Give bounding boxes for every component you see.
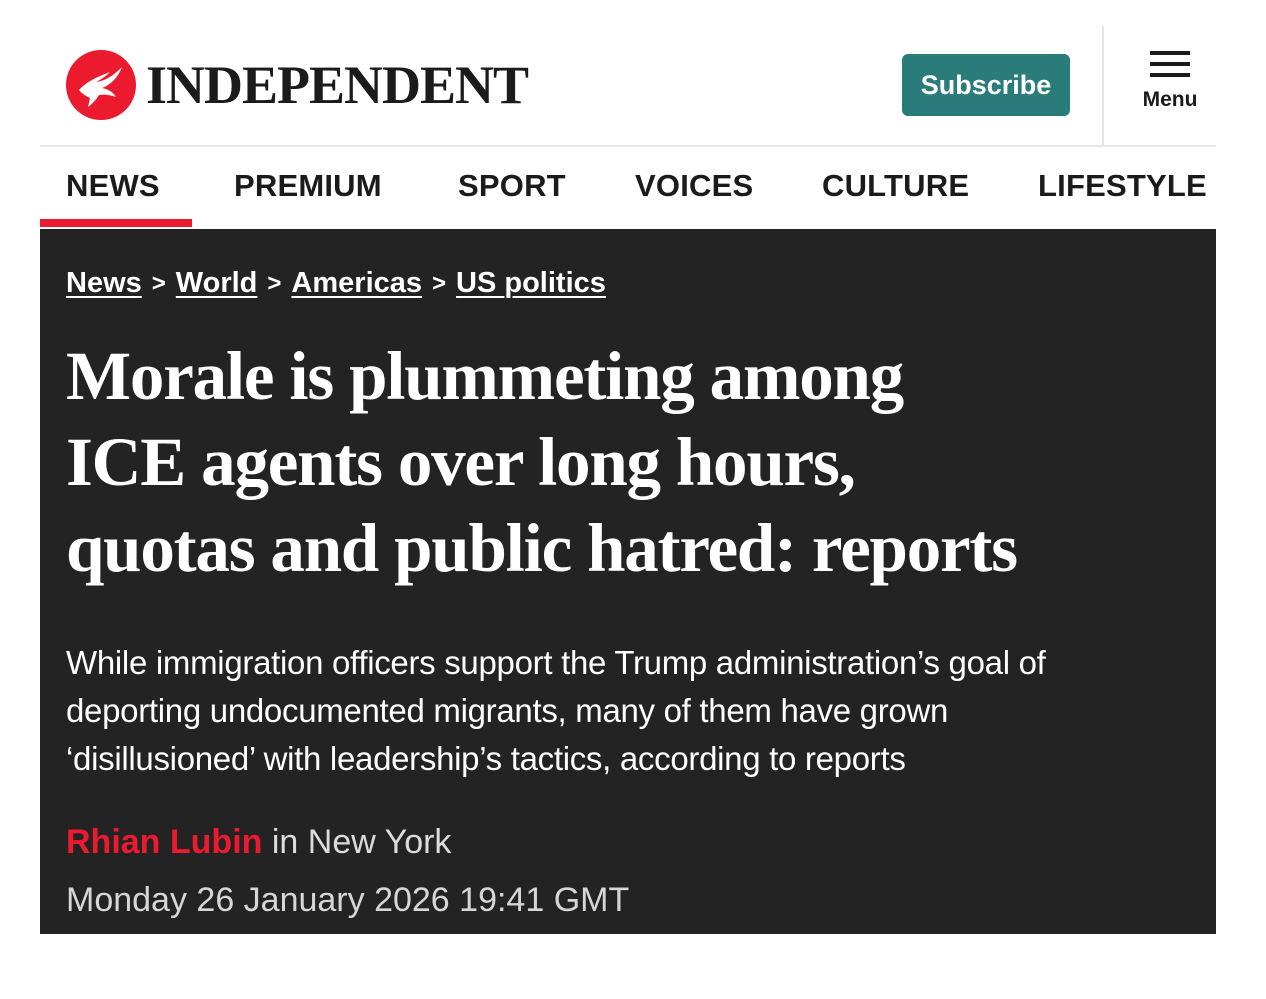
menu-button[interactable]: Menu	[1128, 50, 1212, 120]
article-headline: Morale is plummeting among ICE agents ov…	[66, 333, 1206, 591]
nav-item-culture[interactable]: CULTURE	[822, 147, 969, 225]
headline-line: ICE agents over long hours,	[66, 424, 856, 500]
nav-item-sport[interactable]: SPORT	[458, 147, 566, 225]
hamburger-menu-icon	[1150, 51, 1190, 77]
breadcrumb: News > World > Americas > US politics	[66, 267, 606, 300]
article-standfirst: While immigration officers support the T…	[66, 639, 1186, 783]
nav-item-lifestyle[interactable]: LIFESTYLE	[1038, 147, 1207, 225]
section-nav: NEWS PREMIUM SPORT VOICES CULTURE LIFEST…	[40, 147, 1216, 229]
nav-item-premium[interactable]: PREMIUM	[234, 147, 382, 225]
logo-wordmark: INDEPENDENT	[146, 55, 529, 115]
article-header: News > World > Americas > US politics Mo…	[40, 229, 1216, 934]
site-logo[interactable]: INDEPENDENT	[66, 50, 529, 120]
headline-line: quotas and public hatred: reports	[66, 510, 1018, 586]
breadcrumb-world[interactable]: World	[176, 267, 258, 300]
standfirst-line: ‘disillusioned’ with leadership’s tactic…	[66, 740, 906, 777]
nav-item-news[interactable]: NEWS	[66, 147, 160, 225]
author-link[interactable]: Rhian Lubin	[66, 823, 262, 861]
subscribe-button[interactable]: Subscribe	[902, 54, 1070, 116]
menu-label: Menu	[1142, 88, 1198, 111]
nav-item-voices[interactable]: VOICES	[635, 147, 753, 225]
active-nav-indicator	[40, 219, 192, 227]
eagle-logo-icon	[66, 50, 136, 120]
breadcrumb-news[interactable]: News	[66, 267, 142, 300]
byline: Rhian Lubin in New York	[66, 823, 451, 862]
breadcrumb-americas[interactable]: Americas	[291, 267, 422, 300]
headline-line: Morale is plummeting among	[66, 338, 904, 414]
publish-date: Monday 26 January 2026 19:41 GMT	[66, 881, 630, 919]
page: INDEPENDENT Subscribe Menu NEWS PREMIUM …	[40, 26, 1216, 934]
breadcrumb-separator: >	[432, 269, 447, 297]
header-divider	[1102, 26, 1104, 145]
standfirst-line: deporting undocumented migrants, many of…	[66, 692, 949, 729]
standfirst-line: While immigration officers support the T…	[66, 644, 1046, 681]
breadcrumb-separator: >	[267, 269, 282, 297]
author-location: in New York	[271, 823, 452, 861]
breadcrumb-separator: >	[151, 269, 166, 297]
breadcrumb-us-politics[interactable]: US politics	[456, 267, 606, 300]
site-header: INDEPENDENT Subscribe Menu	[40, 26, 1216, 147]
